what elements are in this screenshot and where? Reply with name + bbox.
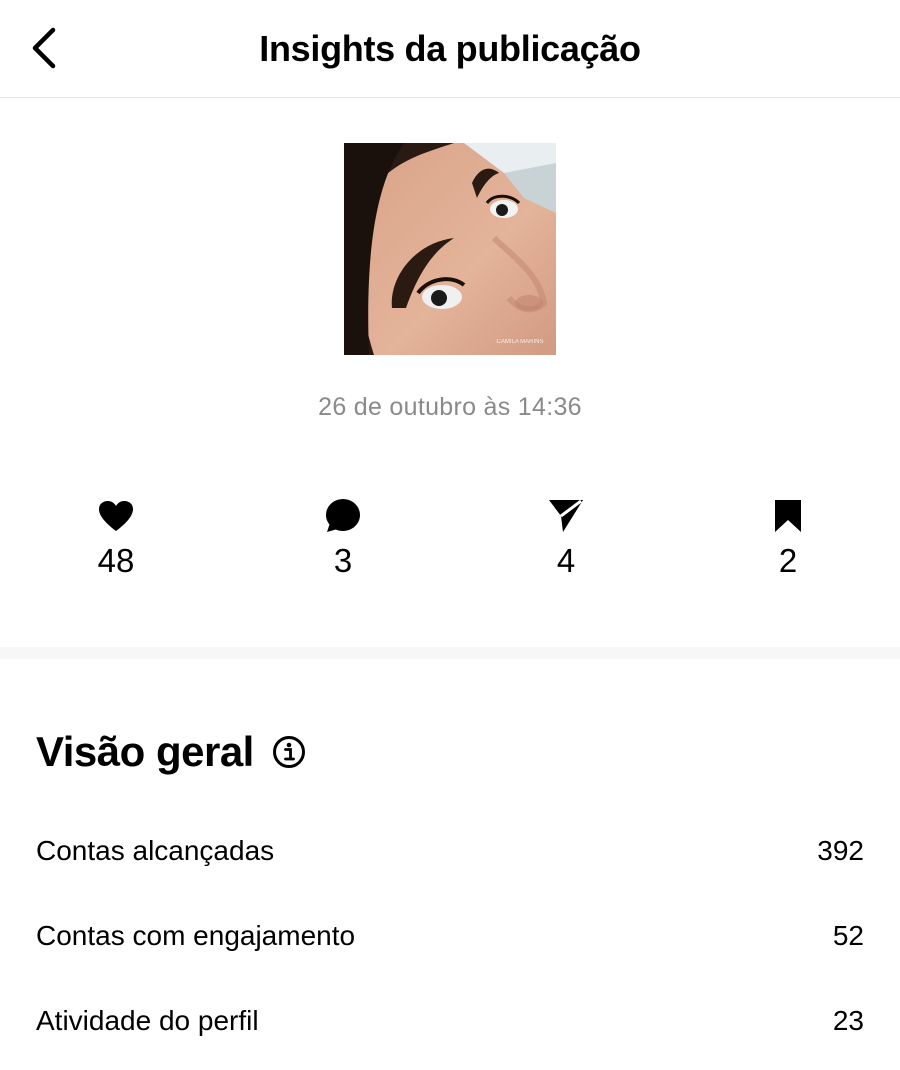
metric-value: 392 — [817, 835, 864, 866]
heart-icon — [99, 501, 133, 531]
post-thumbnail[interactable]: CAMILA MARINS — [344, 143, 556, 355]
likes-count: 48 — [97, 542, 135, 579]
metric-label: Contas com engajamento — [36, 920, 356, 951]
metric-row-reached[interactable]: Contas alcançadas 392 — [36, 826, 864, 876]
saves-count: 2 — [778, 542, 798, 579]
metric-value: 52 — [832, 920, 864, 951]
metric-label: Contas alcançadas — [36, 835, 275, 866]
comments-stat[interactable]: 3 — [283, 496, 403, 580]
post-date: 26 de outubro às 14:36 — [318, 393, 582, 421]
likes-stat[interactable]: 48 — [56, 496, 176, 580]
post-image: CAMILA MARINS — [344, 143, 556, 355]
shares-stat[interactable]: 4 — [506, 496, 626, 580]
info-icon — [272, 736, 305, 768]
section-divider — [0, 647, 900, 659]
info-button[interactable] — [272, 734, 308, 770]
share-icon — [549, 499, 583, 532]
metric-value: 23 — [832, 1005, 864, 1036]
comments-count: 3 — [333, 542, 353, 579]
saves-stat[interactable]: 2 — [728, 496, 848, 580]
overview-title: Visão geral — [36, 728, 254, 775]
overview-heading: Visão geral — [36, 728, 308, 776]
page-title: Insights da publicação — [259, 28, 641, 69]
header: Insights da publicação — [0, 0, 900, 98]
shares-count: 4 — [556, 542, 576, 579]
comment-icon — [326, 499, 360, 532]
post-insights-screen: Insights da publicação CAMILA MARINS 26 … — [0, 0, 900, 1070]
bookmark-icon — [775, 500, 801, 532]
metric-label: Atividade do perfil — [36, 1005, 259, 1036]
metric-row-profile-activity[interactable]: Atividade do perfil 23 — [36, 996, 864, 1046]
metric-row-engaged[interactable]: Contas com engajamento 52 — [36, 911, 864, 961]
watermark-text: CAMILA MARINS — [496, 339, 543, 345]
